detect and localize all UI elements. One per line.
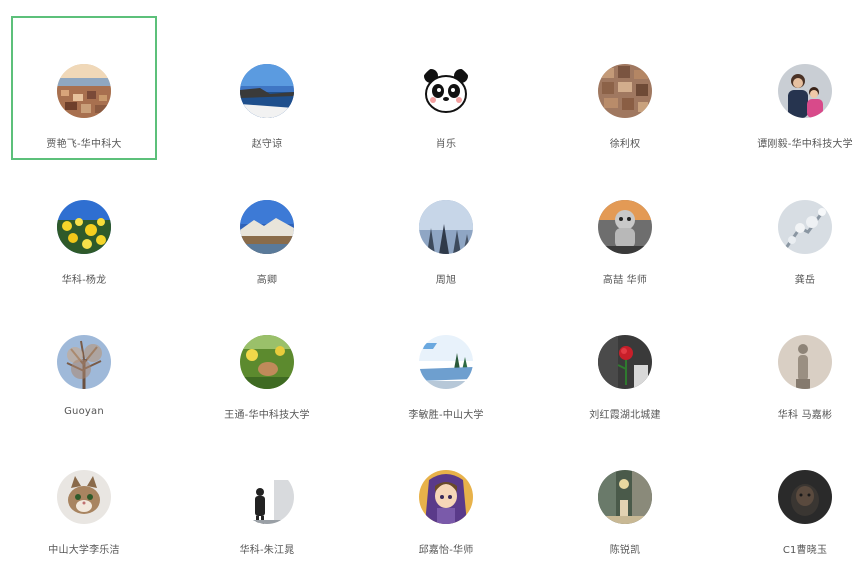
contact-name: 贾艳飞-华中科大 (46, 139, 122, 150)
red-rose-avatar (598, 335, 652, 389)
stuffed-toy-avatar (598, 200, 652, 254)
frosted-branch-avatar (778, 200, 832, 254)
contact-card[interactable]: 赵守谅 (194, 16, 340, 160)
contact-card[interactable]: 华科 马嘉彬 (732, 287, 864, 431)
contact-name: 陈锐凯 (609, 545, 641, 556)
contact-card[interactable]: 龚岳 (732, 152, 864, 296)
figure-silhouette-avatar (240, 470, 294, 524)
green-garden-avatar (240, 335, 294, 389)
statue-avatar (778, 335, 832, 389)
contact-name: 华科-朱江晁 (239, 545, 295, 556)
contact-name: 谭刚毅-华中科技大学 (757, 139, 853, 150)
cat-avatar (57, 470, 111, 524)
contact-card[interactable]: 华科-朱江晁 (194, 422, 340, 566)
anime-girl-avatar (419, 470, 473, 524)
contact-card[interactable]: 李敏胜-中山大学 (373, 287, 519, 431)
contact-name: 邱嘉怡-华师 (418, 545, 474, 556)
contact-card[interactable]: 王通-华中科技大学 (194, 287, 340, 431)
contact-card[interactable]: 刘红霞湖北城建 (552, 287, 698, 431)
bare-tree-avatar (57, 335, 111, 389)
rock-wall-avatar (598, 64, 652, 118)
seaside-landscape-avatar (240, 64, 294, 118)
family-photo-avatar (778, 64, 832, 118)
contact-card[interactable]: 肖乐 (373, 16, 519, 160)
contact-name: Guoyan (64, 406, 104, 417)
contact-name: 周旭 (435, 275, 457, 286)
lake-trees-avatar (419, 335, 473, 389)
dark-portrait-avatar (778, 470, 832, 524)
contact-name: C1曹晓玉 (782, 545, 828, 556)
contact-card[interactable]: C1曹晓玉 (732, 422, 864, 566)
panda-cartoon-avatar (419, 64, 473, 118)
contact-name: 华科 马嘉彬 (777, 410, 833, 421)
contact-card[interactable]: 高卿 (194, 152, 340, 296)
night-street-avatar (598, 470, 652, 524)
contact-name: 肖乐 (435, 139, 457, 150)
contact-card[interactable]: 华科-杨龙 (11, 152, 157, 296)
contact-card[interactable]: 中山大学李乐洁 (11, 422, 157, 566)
contact-name: 高喆 华师 (602, 275, 648, 286)
contact-name: 刘红霞湖北城建 (589, 410, 661, 421)
contact-name: 徐利权 (609, 139, 641, 150)
contact-name: 李敏胜-中山大学 (408, 410, 484, 421)
contact-card[interactable]: 陈锐凯 (552, 422, 698, 566)
contact-card[interactable]: Guoyan (11, 287, 157, 431)
contact-card[interactable]: 高喆 华师 (552, 152, 698, 296)
coastal-town-avatar (57, 64, 111, 118)
contact-card[interactable]: 周旭 (373, 152, 519, 296)
yellow-flowers-avatar (57, 200, 111, 254)
contact-name: 华科-杨龙 (61, 275, 107, 286)
contact-grid: 贾艳飞-华中科大 赵守谅 肖乐 徐利权 谭刚毅-华中科技大学 华科-杨龙 高卿 … (0, 0, 864, 577)
contact-card[interactable]: 谭刚毅-华中科技大学 (732, 16, 864, 160)
contact-name: 龚岳 (794, 275, 816, 286)
misty-forest-avatar (419, 200, 473, 254)
contact-card[interactable]: 邱嘉怡-华师 (373, 422, 519, 566)
contact-name: 赵守谅 (251, 139, 283, 150)
contact-name: 王通-华中科技大学 (224, 410, 310, 421)
contact-card[interactable]: 贾艳飞-华中科大 (11, 16, 157, 160)
mountain-lake-avatar (240, 200, 294, 254)
contact-name: 高卿 (256, 275, 278, 286)
contact-card[interactable]: 徐利权 (552, 16, 698, 160)
contact-name: 中山大学李乐洁 (48, 545, 120, 556)
